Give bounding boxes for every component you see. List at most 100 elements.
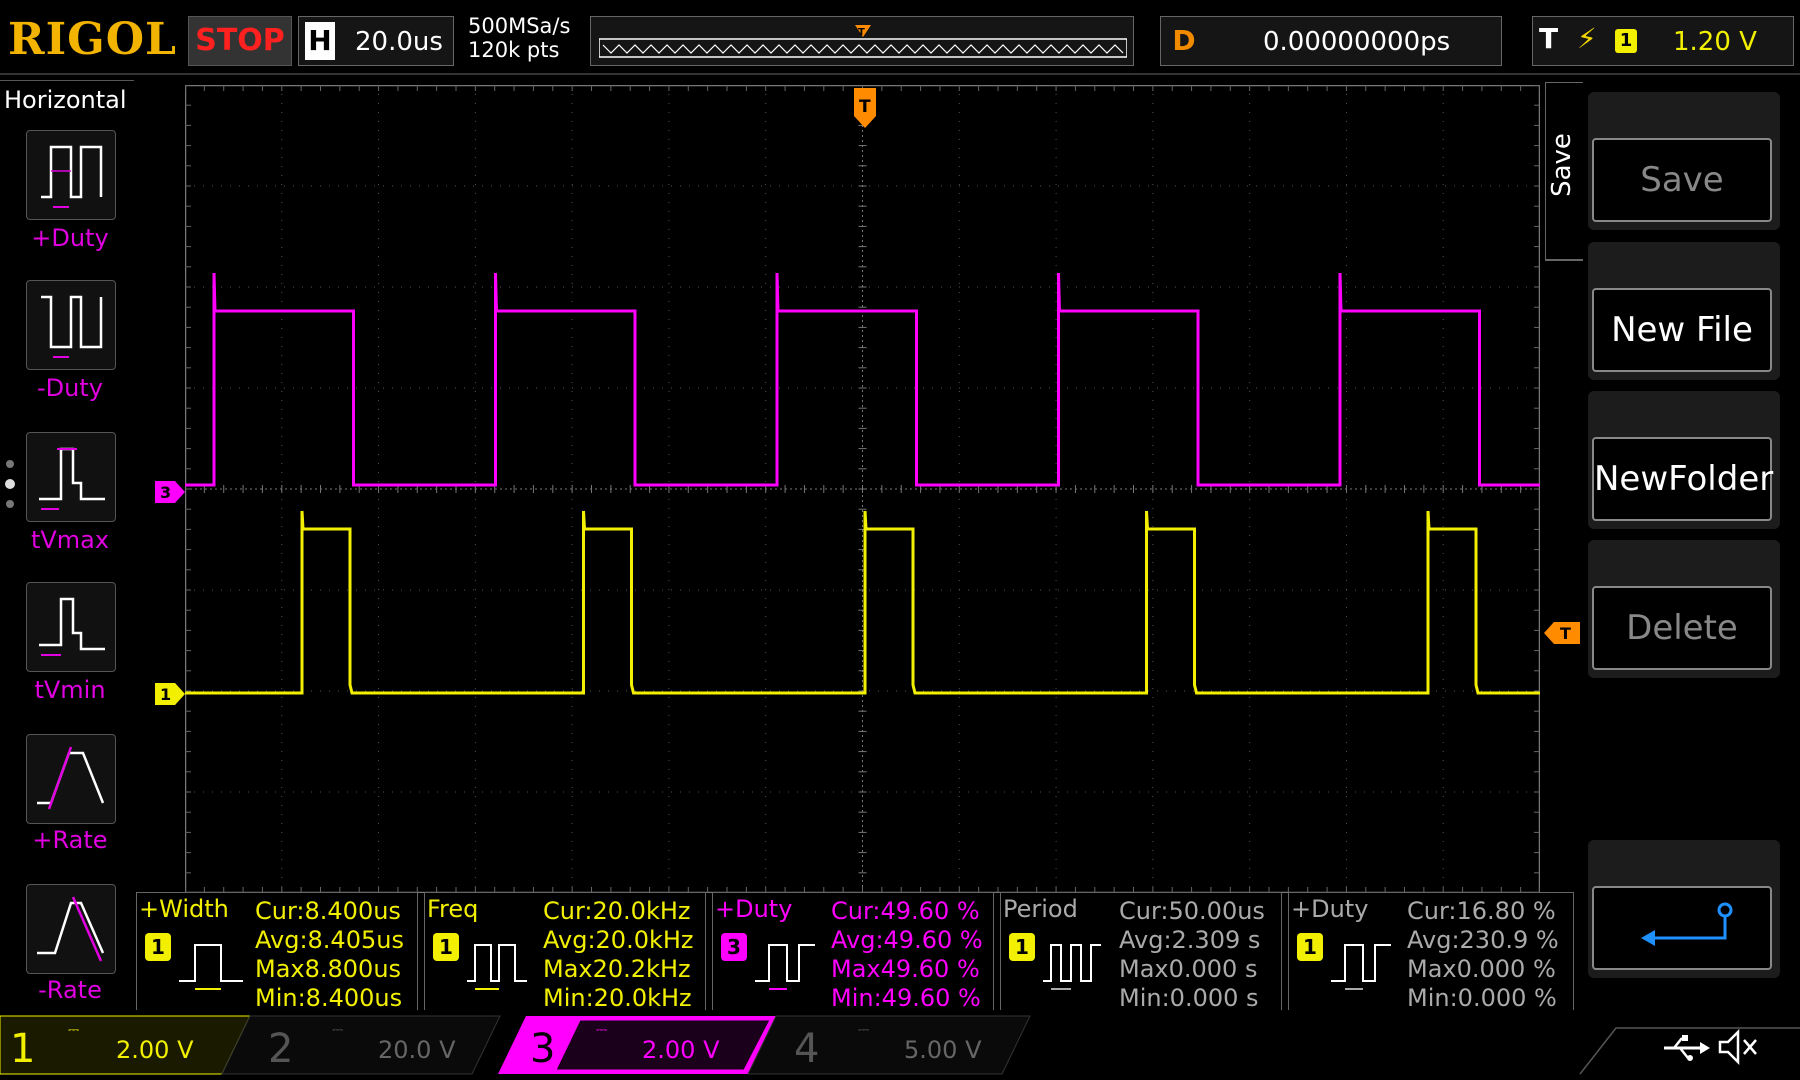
- stat-min: Min:0.000 %: [1407, 984, 1557, 1012]
- measurement-panel-1[interactable]: +Width 1 Cur:8.400us Avg:8.405us Max8.80…: [136, 892, 418, 1014]
- memory-overview-bar: T: [590, 16, 1134, 66]
- ch1-scale-button[interactable]: 1 ⎓ 2.00 V: [0, 1015, 251, 1075]
- waveform-display[interactable]: [185, 85, 1540, 893]
- trigger-box[interactable]: T ⚡ 1 1.20 V: [1532, 16, 1794, 66]
- measurement-name: +Width: [139, 895, 229, 923]
- status-area-divider: [1579, 1027, 1800, 1075]
- enter-button-face: [1592, 886, 1772, 970]
- svg-text:T: T: [859, 97, 871, 117]
- measurement-name: +Duty: [1291, 895, 1369, 923]
- new-folder-button[interactable]: NewFolder: [1588, 391, 1780, 529]
- left-menu-divider: [0, 80, 134, 81]
- usb-icon: [1664, 1035, 1710, 1061]
- new-file-button[interactable]: New File: [1588, 242, 1780, 380]
- menu-page-indicator[interactable]: [3, 456, 17, 516]
- stat-min: Min:49.60 %: [831, 984, 981, 1012]
- time-at-vmax-icon: [39, 447, 105, 510]
- svg-text:3: 3: [160, 483, 171, 502]
- tvmax-button[interactable]: [26, 432, 116, 522]
- measurement-source-badge: 1: [145, 933, 171, 961]
- enter-button[interactable]: [1588, 840, 1780, 978]
- stat-cur: Cur:8.400us: [255, 897, 401, 925]
- stat-max: Max49.60 %: [831, 955, 980, 983]
- rise-rate-button[interactable]: [26, 734, 116, 824]
- save-label: Save: [1592, 138, 1772, 222]
- dc-coupling-icon: ⎓: [596, 1022, 607, 1038]
- menu-label: tVmin: [34, 676, 106, 704]
- ch4-number: 4: [794, 1026, 819, 1072]
- measurement-name: Period: [1003, 895, 1078, 923]
- ch1-offset-marker[interactable]: 1: [155, 683, 185, 709]
- trigger-label: T: [1539, 22, 1559, 55]
- tvmin-button[interactable]: [26, 582, 116, 672]
- menu-label: -Duty: [37, 374, 103, 402]
- memory-waveform-preview: T: [599, 25, 1127, 58]
- negative-duty-button[interactable]: [26, 280, 116, 370]
- delete-button[interactable]: Delete: [1588, 540, 1780, 678]
- stat-max: Max8.800us: [255, 955, 402, 983]
- stat-cur: Cur:16.80 %: [1407, 897, 1556, 925]
- svg-text:T: T: [858, 27, 865, 38]
- measurement-source-badge: 3: [721, 933, 747, 961]
- measurement-panel-4[interactable]: Period 1 Cur:50.00us Avg:2.309 s Max0.00…: [1000, 892, 1282, 1014]
- measurement-name: Freq: [427, 895, 479, 923]
- ch2-scale-button[interactable]: 2 ⎓ 20.0 V: [221, 1015, 501, 1075]
- right-menu-title: Save: [1546, 133, 1577, 197]
- rise-rate-icon: [37, 746, 105, 810]
- trigger-level-marker[interactable]: T: [1544, 622, 1580, 648]
- period-icon: [1043, 944, 1101, 990]
- svg-text:T: T: [1560, 624, 1571, 643]
- graticule: [185, 85, 1540, 893]
- stat-avg: Avg:20.0kHz: [543, 926, 694, 954]
- top-status-bar: RIGOL STOP H 20.0us 500MSa/s 120k pts T …: [0, 0, 1800, 75]
- stat-cur: Cur:20.0kHz: [543, 897, 691, 925]
- run-stop-indicator[interactable]: STOP: [188, 16, 292, 66]
- fall-rate-icon: [37, 896, 105, 962]
- measurement-panel-5[interactable]: +Duty 1 Cur:16.80 % Avg:230.9 % Max0.000…: [1288, 892, 1574, 1014]
- ch3-offset-marker[interactable]: 3: [155, 481, 185, 507]
- stat-max: Max20.2kHz: [543, 955, 691, 983]
- menu-label: +Rate: [32, 826, 108, 854]
- fall-rate-button[interactable]: [26, 884, 116, 974]
- memory-depth: 120k pts: [468, 38, 560, 62]
- horizontal-timebase-box[interactable]: H 20.0us: [298, 16, 454, 66]
- measurement-panel-2[interactable]: Freq 1 Cur:20.0kHz Avg:20.0kHz Max20.2kH…: [424, 892, 706, 1014]
- pulse-width-icon: [179, 944, 243, 990]
- stat-min: Min:0.000 s: [1119, 984, 1259, 1012]
- stat-min: Min:8.400us: [255, 984, 403, 1012]
- rising-edge-icon: ⚡: [1577, 22, 1597, 55]
- horizontal-label: H: [305, 22, 335, 60]
- mute-speaker-icon[interactable]: [1718, 1028, 1757, 1066]
- acquisition-info: 500MSa/s 120k pts: [468, 14, 570, 62]
- ch2-scale: 20.0 V: [378, 1036, 456, 1064]
- trigger-position-marker[interactable]: T: [854, 88, 876, 132]
- stat-min: Min:20.0kHz: [543, 984, 692, 1012]
- delay-value: 0.00000000ps: [1263, 27, 1451, 57]
- positive-duty-icon: [41, 145, 103, 208]
- stat-max: Max0.000 s: [1119, 955, 1258, 983]
- stat-cur: Cur:50.00us: [1119, 897, 1265, 925]
- delay-box[interactable]: D 0.00000000ps: [1160, 16, 1502, 66]
- ch3-number: 3: [530, 1026, 555, 1072]
- sample-rate: 500MSa/s: [468, 14, 571, 38]
- menu-label: +Duty: [31, 224, 109, 252]
- delay-label: D: [1172, 24, 1196, 57]
- measurement-source-badge: 1: [1009, 933, 1035, 961]
- ch4-scale-button[interactable]: 4 ⎓ 5.00 V: [747, 1015, 1031, 1075]
- measurement-name: +Duty: [715, 895, 793, 923]
- delete-label: Delete: [1592, 586, 1772, 670]
- measurement-source-badge: 1: [433, 933, 459, 961]
- measurement-panel-3[interactable]: +Duty 3 Cur:49.60 % Avg:49.60 % Max49.60…: [712, 892, 994, 1014]
- svg-text:1: 1: [160, 685, 171, 704]
- dc-coupling-icon: ⎓: [68, 1022, 79, 1038]
- trigger-level-value: 1.20 V: [1673, 27, 1757, 57]
- save-button[interactable]: Save: [1588, 92, 1780, 230]
- new-file-label: New File: [1592, 288, 1772, 372]
- positive-duty-button[interactable]: [26, 130, 116, 220]
- top-divider: [0, 73, 1800, 75]
- ch3-scale-button[interactable]: 3 ⎓ 2.00 V: [498, 1016, 776, 1074]
- negative-duty-icon: [41, 295, 103, 358]
- positive-duty-icon: [755, 944, 815, 990]
- channel-bar: 1 ⎓ 2.00 V 2 ⎓ 20.0 V 3 ⎓ 2.00 V 4 ⎓ 5.0…: [0, 1010, 1800, 1080]
- dc-coupling-icon: ⎓: [858, 1022, 869, 1038]
